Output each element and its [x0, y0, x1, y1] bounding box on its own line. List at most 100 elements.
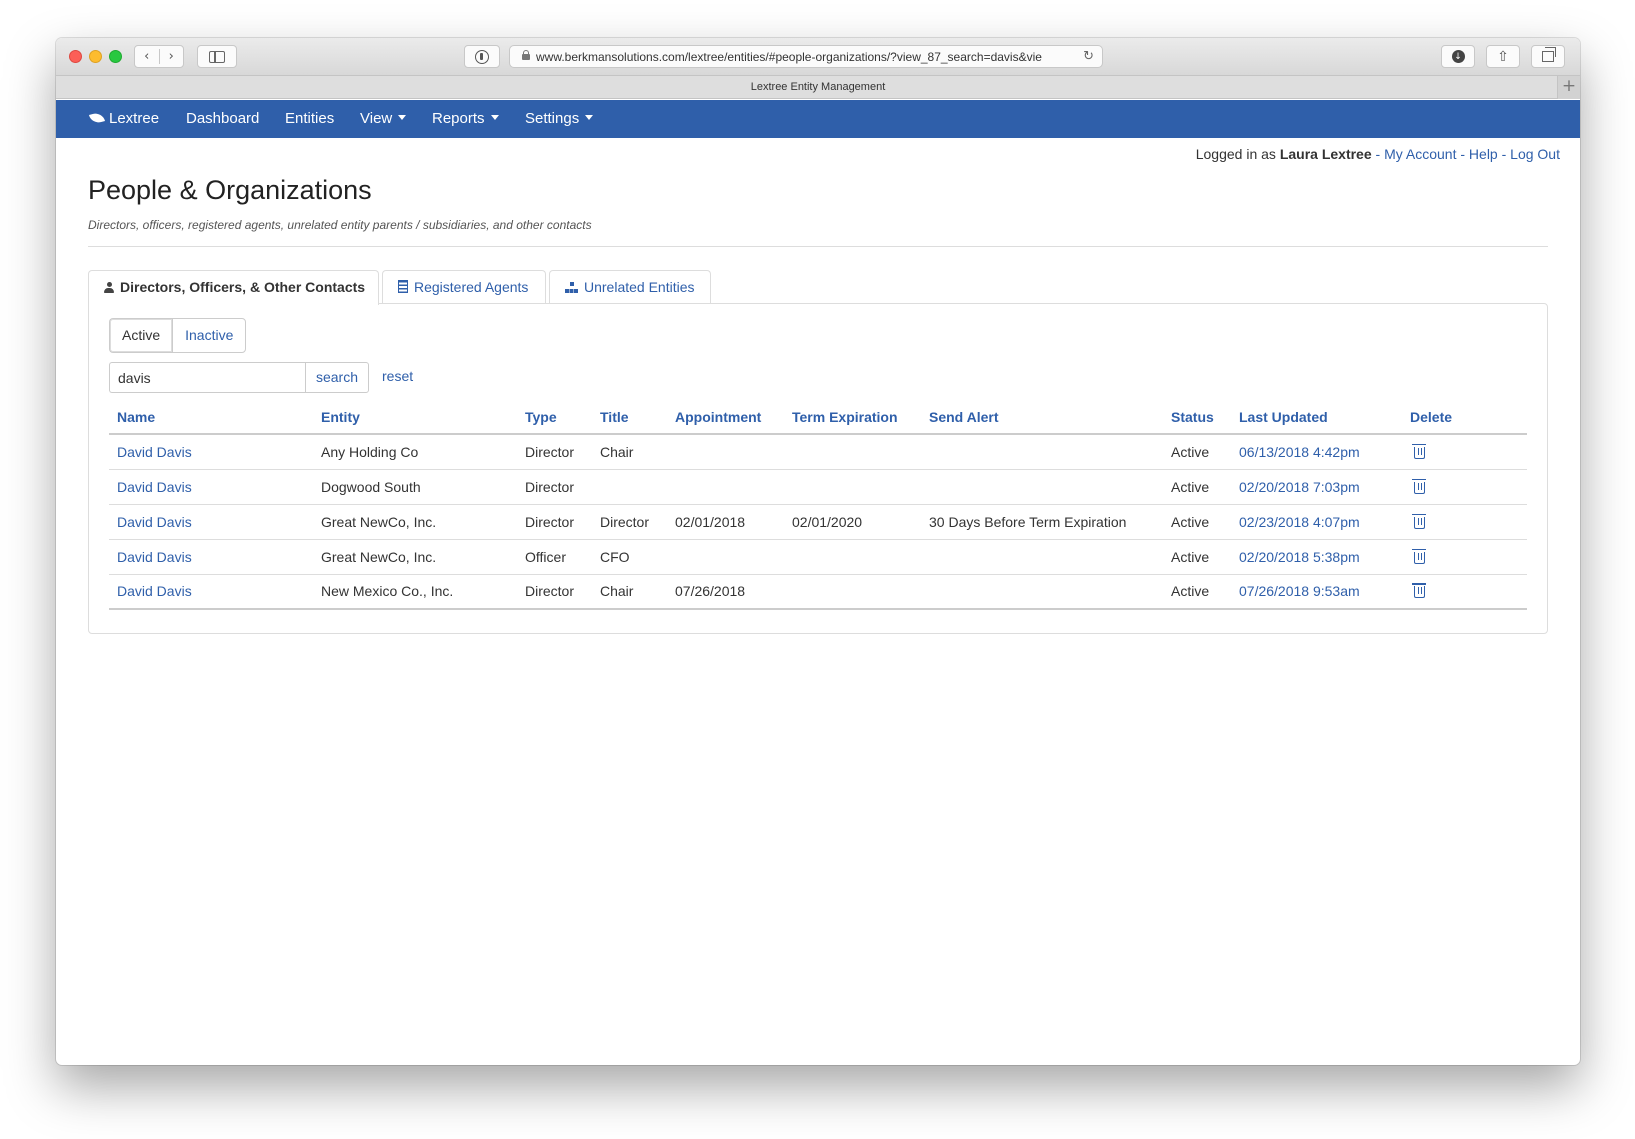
title-cell: CFO [592, 539, 667, 575]
nav-dashboard[interactable]: Dashboard [186, 100, 259, 138]
appointment-cell [667, 469, 784, 505]
trash-icon[interactable] [1412, 583, 1426, 599]
app-navbar: Lextree Dashboard Entities View Reports … [56, 100, 1580, 138]
caret-down-icon [490, 115, 499, 120]
tab-registered-agents[interactable]: Registered Agents [382, 270, 546, 304]
browser-tab[interactable]: Lextree Entity Management + [56, 76, 1580, 99]
page-title: People & Organizations [88, 175, 372, 205]
tab-label: Unrelated Entities [584, 279, 695, 295]
downloads-button[interactable]: ↓ [1441, 45, 1475, 68]
contacts-table: Name Entity Type Title Appointment Term … [109, 401, 1527, 610]
browser-tab-title: Lextree Entity Management [750, 81, 886, 93]
new-tab-icon[interactable]: + [1557, 76, 1580, 99]
sidebar-toggle-button[interactable] [197, 45, 237, 68]
type-cell: Director [517, 434, 592, 470]
nav-view-label: View [360, 110, 393, 127]
type-cell: Director [517, 469, 592, 505]
table-row: David Davis Any Holding Co Director Chai… [109, 434, 1527, 470]
send-alert-cell [921, 434, 1163, 470]
nav-entities[interactable]: Entities [285, 100, 334, 138]
entity-cell: Any Holding Co [313, 434, 517, 470]
forward-icon[interactable]: › [160, 49, 184, 64]
title-cell [592, 469, 667, 505]
nav-settings[interactable]: Settings [525, 100, 594, 138]
type-cell: Director [517, 574, 592, 610]
column-header-name[interactable]: Name [109, 401, 313, 435]
trash-icon[interactable] [1412, 513, 1426, 529]
trash-icon[interactable] [1412, 478, 1426, 494]
last-updated-link[interactable]: 02/23/2018 4:07pm [1231, 504, 1402, 540]
nav-reports[interactable]: Reports [432, 100, 499, 138]
separator: - [1501, 146, 1507, 162]
column-header-title[interactable]: Title [592, 401, 667, 435]
tab-label: Registered Agents [414, 279, 529, 295]
contact-name-link[interactable]: David Davis [109, 504, 313, 540]
nav-reports-label: Reports [432, 110, 485, 127]
trash-icon[interactable] [1412, 443, 1426, 459]
zoom-window-button[interactable] [109, 50, 122, 63]
divider [88, 246, 1548, 247]
appointment-cell: 02/01/2018 [667, 504, 784, 540]
column-header-send-alert[interactable]: Send Alert [921, 401, 1163, 435]
search-input[interactable] [109, 362, 305, 393]
filter-inactive-button[interactable]: Inactive [172, 318, 247, 353]
tab-panel: Active Inactive search reset Name Entity… [88, 303, 1548, 634]
url-text: www.berkmansolutions.com/lextree/entitie… [536, 49, 1042, 64]
last-updated-link[interactable]: 06/13/2018 4:42pm [1231, 434, 1402, 470]
reset-link[interactable]: reset [382, 368, 413, 384]
share-button[interactable]: ⇧ [1486, 45, 1520, 68]
logged-in-prefix: Logged in as [1195, 146, 1276, 162]
title-cell: Chair [592, 434, 667, 470]
close-window-button[interactable] [69, 50, 82, 63]
nav-view[interactable]: View [360, 100, 407, 138]
column-header-status[interactable]: Status [1163, 401, 1231, 435]
password-manager-button[interactable] [464, 45, 500, 68]
type-cell: Officer [517, 539, 592, 575]
browser-window: ‹ › www.berkmansolutions.com/lextree/ent… [56, 38, 1580, 1065]
contact-name-link[interactable]: David Davis [109, 539, 313, 575]
show-tabs-button[interactable] [1531, 45, 1565, 68]
filter-active-button[interactable]: Active [109, 318, 173, 353]
reload-icon[interactable]: ↻ [1083, 49, 1094, 64]
delete-cell [1402, 469, 1527, 505]
logout-link[interactable]: Log Out [1510, 146, 1560, 162]
tab-directors-officers[interactable]: Directors, Officers, & Other Contacts [88, 270, 379, 305]
search-button[interactable]: search [305, 362, 369, 393]
leaf-icon [88, 111, 106, 125]
column-header-appointment[interactable]: Appointment [667, 401, 784, 435]
help-link[interactable]: Help [1469, 146, 1498, 162]
delete-cell [1402, 574, 1527, 610]
trash-icon[interactable] [1412, 548, 1426, 564]
appointment-cell: 07/26/2018 [667, 574, 784, 610]
nav-settings-label: Settings [525, 110, 580, 127]
brand-link[interactable]: Lextree [88, 100, 159, 138]
appointment-cell [667, 434, 784, 470]
last-updated-link[interactable]: 02/20/2018 5:38pm [1231, 539, 1402, 575]
separator: - [1375, 146, 1381, 162]
last-updated-link[interactable]: 07/26/2018 9:53am [1231, 574, 1402, 610]
address-bar[interactable]: www.berkmansolutions.com/lextree/entitie… [509, 45, 1103, 68]
last-updated-link[interactable]: 02/20/2018 7:03pm [1231, 469, 1402, 505]
column-header-entity[interactable]: Entity [313, 401, 517, 435]
column-header-last-updated[interactable]: Last Updated [1231, 401, 1402, 435]
column-header-type[interactable]: Type [517, 401, 592, 435]
sidebar-icon [209, 50, 225, 63]
delete-cell [1402, 504, 1527, 540]
tab-unrelated-entities[interactable]: Unrelated Entities [549, 270, 711, 304]
table-row: David Davis Great NewCo, Inc. Director D… [109, 504, 1527, 540]
contact-name-link[interactable]: David Davis [109, 434, 313, 470]
column-header-term-expiration[interactable]: Term Expiration [784, 401, 921, 435]
back-icon[interactable]: ‹ [135, 49, 160, 64]
contact-name-link[interactable]: David Davis [109, 469, 313, 505]
minimize-window-button[interactable] [89, 50, 102, 63]
term-expiration-cell [784, 574, 921, 610]
my-account-link[interactable]: My Account [1384, 146, 1456, 162]
contact-name-link[interactable]: David Davis [109, 574, 313, 610]
caret-down-icon [585, 115, 594, 120]
org-chart-icon [565, 282, 578, 293]
password-icon [475, 49, 489, 64]
delete-cell [1402, 539, 1527, 575]
delete-cell [1402, 434, 1527, 470]
status-cell: Active [1163, 539, 1231, 575]
term-expiration-cell [784, 469, 921, 505]
